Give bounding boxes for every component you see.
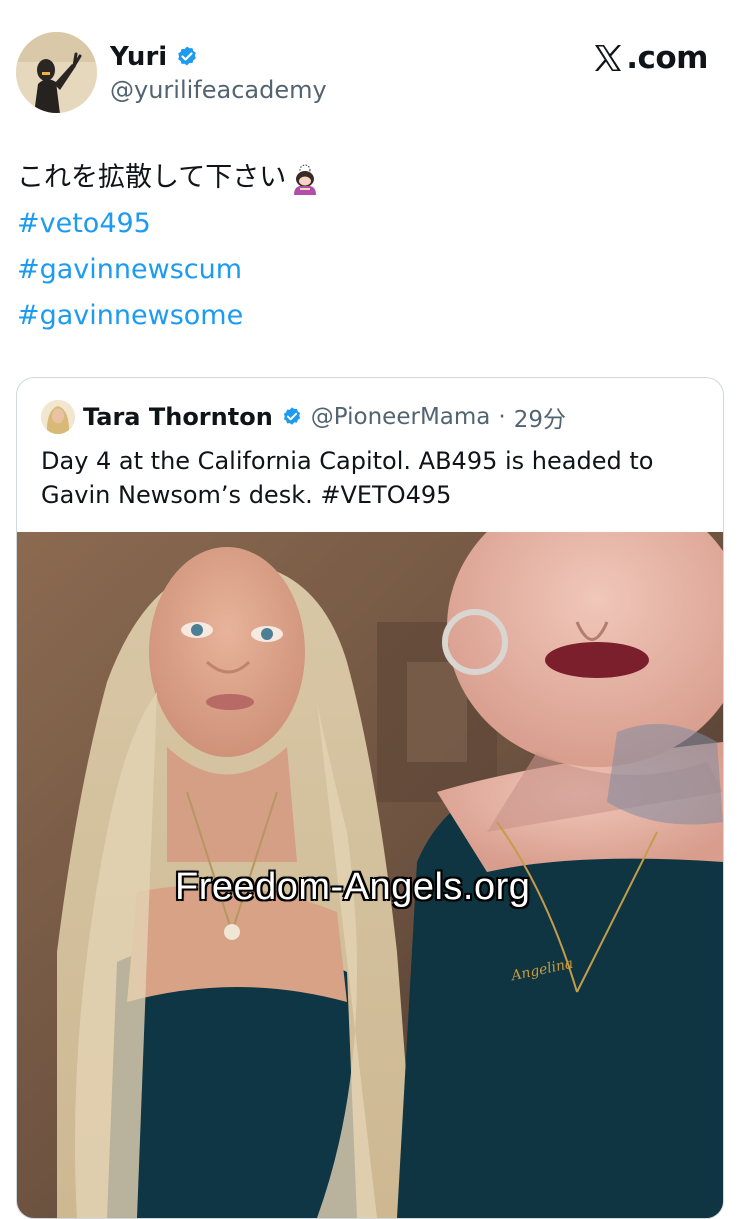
quoted-author-avatar[interactable]	[41, 400, 75, 434]
author-name-block: Yuri @yurilifeacademy	[110, 40, 327, 104]
tweet-header: Yuri @yurilifeacademy .com	[0, 0, 738, 130]
hashtag-link[interactable]: #veto495	[17, 201, 717, 247]
display-name-row: Yuri	[110, 40, 327, 74]
tweet-text: これを拡散して下さい #veto495 #gavinnewscum #gavin…	[17, 155, 717, 339]
tweet-body: これを拡散して下さい	[17, 162, 287, 193]
brand-domain-text: .com	[626, 40, 708, 76]
quoted-tweet-header: Tara Thornton @PioneerMama · 29分	[41, 400, 566, 434]
person-peace-sign-avatar-icon	[16, 32, 97, 113]
quoted-tweet-text: Day 4 at the California Capitol. AB495 i…	[41, 444, 701, 512]
quoted-tweet-time[interactable]: 29分	[514, 400, 566, 434]
quoted-author-name[interactable]: Tara Thornton	[83, 403, 273, 431]
quoted-author-handle[interactable]: @PioneerMama	[311, 404, 491, 430]
author-handle[interactable]: @yurilifeacademy	[110, 76, 327, 104]
source-brand: .com	[592, 40, 708, 76]
verified-badge-icon	[281, 406, 303, 428]
quoted-tweet-text-line: Day 4 at the California Capitol. AB495 i…	[41, 447, 654, 475]
meta-separator: ·	[498, 404, 506, 430]
quoted-tweet-text-line: Gavin Newsom’s desk. #VETO495	[41, 481, 452, 509]
tweet-body-line: これを拡散して下さい	[17, 155, 717, 201]
person-bowing-emoji-icon	[288, 161, 322, 195]
hashtag-link[interactable]: #gavinnewscum	[17, 247, 717, 293]
quoted-tweet-video[interactable]: Freedom-Angels.org Angelina	[17, 532, 723, 1218]
video-watermark: Freedom-Angels.org	[174, 865, 531, 909]
verified-badge-icon	[175, 45, 199, 69]
quoted-tweet-card[interactable]: Tara Thornton @PioneerMama · 29分 Day 4 a…	[16, 377, 724, 1219]
x-logo-icon	[592, 42, 624, 74]
author-avatar[interactable]	[16, 32, 97, 113]
author-display-name[interactable]: Yuri	[110, 42, 167, 72]
hashtag-link[interactable]: #gavinnewsome	[17, 293, 717, 339]
